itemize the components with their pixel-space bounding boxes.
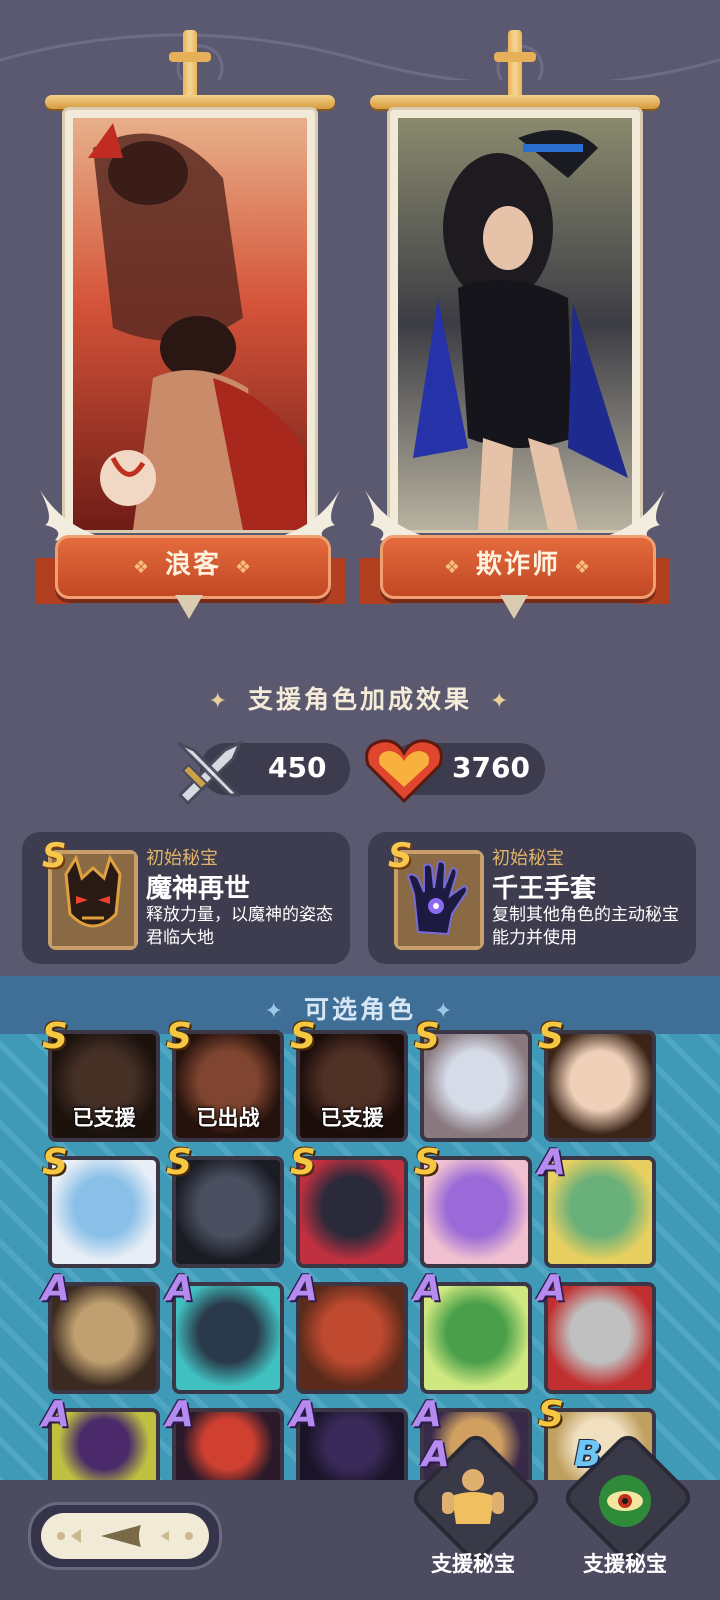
treasure-label: 初始秘宝 — [146, 848, 218, 869]
support-treasure-label: 支援秘宝 — [583, 1552, 667, 1576]
treasure-description: 复制其他角色的主动秘宝能力并使用 — [492, 905, 679, 948]
card-status-label: 已出战 — [196, 1106, 260, 1130]
banner-ronin[interactable]: ❖ 浪客 ❖ — [35, 30, 345, 630]
character-portrait-frame — [390, 110, 640, 530]
banner-rod — [370, 95, 660, 109]
support-treasure-button-1[interactable]: A 支援秘宝 — [408, 1430, 544, 1590]
card-rank-badge: S — [538, 1394, 564, 1435]
ribbon-pointer — [175, 595, 203, 619]
attack-value: 450 — [268, 751, 327, 784]
card-rank-badge: S — [290, 1016, 316, 1057]
back-arrow-icon — [57, 1525, 193, 1547]
available-characters-title: ✦ 可选角色 ✦ — [264, 995, 456, 1024]
back-button-inner — [41, 1513, 209, 1559]
banner-swindler[interactable]: ❖ 欺诈师 ❖ — [360, 30, 670, 630]
card-rank-badge: A — [42, 1268, 70, 1309]
heart-icon — [365, 739, 443, 804]
support-treasure-button-2[interactable]: B 支援秘宝 — [560, 1430, 696, 1590]
card-rank-badge: A — [414, 1394, 442, 1435]
card-rank-badge: S — [538, 1016, 564, 1057]
treasure-name: 千王手套 — [492, 874, 597, 904]
card-rank-badge: A — [538, 1268, 566, 1309]
treasure-description: 释放力量，以魔神的姿态君临大地 — [146, 905, 333, 948]
card-rank-badge: S — [166, 1016, 192, 1057]
card-rank-badge: A — [290, 1268, 318, 1309]
character-name-text: 欺诈师 — [475, 550, 560, 580]
hp-value: 3760 — [452, 751, 530, 784]
card-rank-badge: S — [42, 1142, 68, 1183]
support-treasure-rank: A — [422, 1434, 450, 1475]
character-name-text: 浪客 — [164, 550, 221, 580]
treasure-name: 魔神再世 — [146, 874, 251, 904]
card-rank-badge: A — [166, 1394, 194, 1435]
swindler-portrait — [398, 118, 632, 530]
support-treasure-label: 支援秘宝 — [431, 1552, 515, 1576]
character-portrait-frame — [65, 110, 315, 530]
card-status-label: 已支援 — [72, 1106, 136, 1130]
treasure-label: 初始秘宝 — [492, 848, 564, 869]
character-name: ❖ 浪客 ❖ — [132, 550, 254, 580]
card-rank-badge: A — [414, 1268, 442, 1309]
character-name: ❖ 欺诈师 ❖ — [443, 550, 593, 580]
card-status-label: 已支援 — [320, 1106, 384, 1130]
treasure-rank-badge: S — [42, 836, 67, 876]
card-rank-badge: S — [290, 1142, 316, 1183]
card-rank-badge: A — [166, 1268, 194, 1309]
support-treasure-rank: B — [574, 1434, 602, 1475]
card-rank-badge: S — [166, 1142, 192, 1183]
card-rank-badge: S — [414, 1142, 440, 1183]
card-rank-badge: S — [42, 1016, 68, 1057]
support-bonus-title: ✦ 支援角色加成效果 ✦ — [208, 685, 512, 714]
treasure-rank-badge: S — [388, 836, 413, 876]
card-rank-badge: S — [414, 1016, 440, 1057]
support-bonus-title-text: 支援角色加成效果 — [247, 685, 472, 714]
available-characters-title-text: 可选角色 — [303, 995, 416, 1024]
ribbon-pointer — [500, 595, 528, 619]
initial-treasure-swindler[interactable]: S 初始秘宝 千王手套 复制其他角色的主动秘宝能力并使用 — [368, 832, 696, 964]
sword-icon — [176, 739, 243, 805]
initial-treasure-ronin[interactable]: S 初始秘宝 魔神再世 释放力量，以魔神的姿态君临大地 — [22, 832, 350, 964]
ronin-portrait — [73, 118, 307, 530]
card-rank-badge: A — [42, 1394, 70, 1435]
banner-rod — [45, 95, 335, 109]
card-rank-badge: A — [290, 1394, 318, 1435]
card-rank-badge: A — [538, 1142, 566, 1183]
back-button[interactable] — [28, 1502, 222, 1570]
